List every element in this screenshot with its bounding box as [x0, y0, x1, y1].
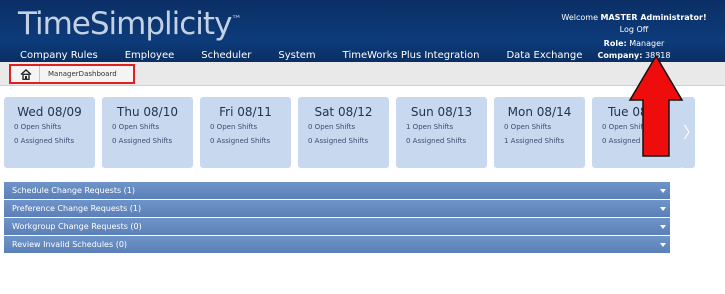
caret-down-icon — [660, 243, 666, 247]
main-nav: Company Rules Employee Scheduler System … — [20, 50, 609, 61]
breadcrumb-separator — [39, 66, 40, 82]
review-invalid-schedules-panel[interactable]: Review Invalid Schedules (0) — [4, 236, 670, 254]
schedule-change-requests-panel[interactable]: Schedule Change Requests (1) — [4, 182, 670, 200]
requests-accordion: Schedule Change Requests (1) Preference … — [4, 182, 670, 254]
assigned-shifts: 0 Assigned Shifts — [406, 137, 467, 145]
logo-text: TimeSimplicity — [18, 6, 232, 42]
open-shifts: 0 Open Shifts — [504, 123, 552, 131]
panel-title: Schedule Change Requests (1) — [12, 186, 136, 195]
day-label: Sat 08/12 — [314, 105, 373, 119]
app-logo[interactable]: TimeSimplicity™ — [18, 6, 241, 42]
day-cards: Wed 08/09 0 Open Shifts 0 Assigned Shifts … — [4, 97, 690, 168]
role-label: Role: — [603, 39, 627, 48]
nav-timeworks-plus-integration[interactable]: TimeWorks Plus Integration — [343, 50, 480, 61]
chevron-right-icon: 〉 — [683, 123, 700, 142]
home-icon[interactable] — [20, 69, 32, 80]
panel-title: Workgroup Change Requests (0) — [12, 222, 142, 231]
nav-scheduler[interactable]: Scheduler — [201, 50, 251, 61]
day-card[interactable]: Sun 08/13 1 Open Shifts 0 Assigned Shifts — [396, 97, 487, 168]
preference-change-requests-panel[interactable]: Preference Change Requests (1) — [4, 200, 670, 218]
day-label: Fri 08/11 — [219, 105, 272, 119]
assigned-shifts: 1 Assigned Shifts — [504, 137, 565, 145]
day-card[interactable]: Thu 08/10 0 Open Shifts 0 Assigned Shifts — [102, 97, 193, 168]
open-shifts: 0 Open Shifts — [112, 123, 160, 131]
app-header: TimeSimplicity™ Company Rules Employee S… — [0, 0, 725, 68]
day-label: Sun 08/13 — [410, 105, 473, 119]
caret-down-icon — [660, 225, 666, 229]
assigned-shifts: 0 Assigned Shifts — [308, 137, 369, 145]
assigned-shifts: 0 Assigned Shifts — [14, 137, 75, 145]
role-info: Role: Manager — [549, 38, 719, 50]
workgroup-change-requests-panel[interactable]: Workgroup Change Requests (0) — [4, 218, 670, 236]
nav-employee[interactable]: Employee — [125, 50, 175, 61]
breadcrumb: ManagerDashboard — [9, 64, 135, 84]
nav-system[interactable]: System — [278, 50, 315, 61]
day-card[interactable]: Wed 08/09 0 Open Shifts 0 Assigned Shifts — [4, 97, 95, 168]
day-label: Mon 08/14 — [507, 105, 572, 119]
logo-trademark: ™ — [231, 14, 241, 26]
red-arrow-annotation — [628, 54, 684, 157]
assigned-shifts: 0 Assigned Shifts — [112, 137, 173, 145]
logoff-link[interactable]: Log Off — [549, 24, 719, 36]
role-value: Manager — [629, 39, 665, 48]
nav-company-rules[interactable]: Company Rules — [20, 50, 98, 61]
breadcrumb-current[interactable]: ManagerDashboard — [48, 70, 117, 78]
day-card[interactable]: Mon 08/14 0 Open Shifts 1 Assigned Shifts — [494, 97, 585, 168]
day-card[interactable]: Sat 08/12 0 Open Shifts 0 Assigned Shifts — [298, 97, 389, 168]
day-label: Thu 08/10 — [117, 105, 178, 119]
caret-down-icon — [660, 207, 666, 211]
assigned-shifts: 0 Assigned Shifts — [210, 137, 271, 145]
welcome-user: MASTER Administrator! — [600, 13, 707, 22]
panel-title: Review Invalid Schedules (0) — [12, 240, 128, 249]
breadcrumb-bar: ManagerDashboard — [0, 62, 725, 86]
welcome-prefix: Welcome — [561, 13, 601, 22]
open-shifts: 1 Open Shifts — [406, 123, 454, 131]
day-label: Wed 08/09 — [17, 105, 82, 119]
day-card[interactable]: Fri 08/11 0 Open Shifts 0 Assigned Shifts — [200, 97, 291, 168]
open-shifts: 0 Open Shifts — [308, 123, 356, 131]
open-shifts: 0 Open Shifts — [14, 123, 62, 131]
open-shifts: 0 Open Shifts — [210, 123, 258, 131]
caret-down-icon — [660, 189, 666, 193]
panel-title: Preference Change Requests (1) — [12, 204, 142, 213]
